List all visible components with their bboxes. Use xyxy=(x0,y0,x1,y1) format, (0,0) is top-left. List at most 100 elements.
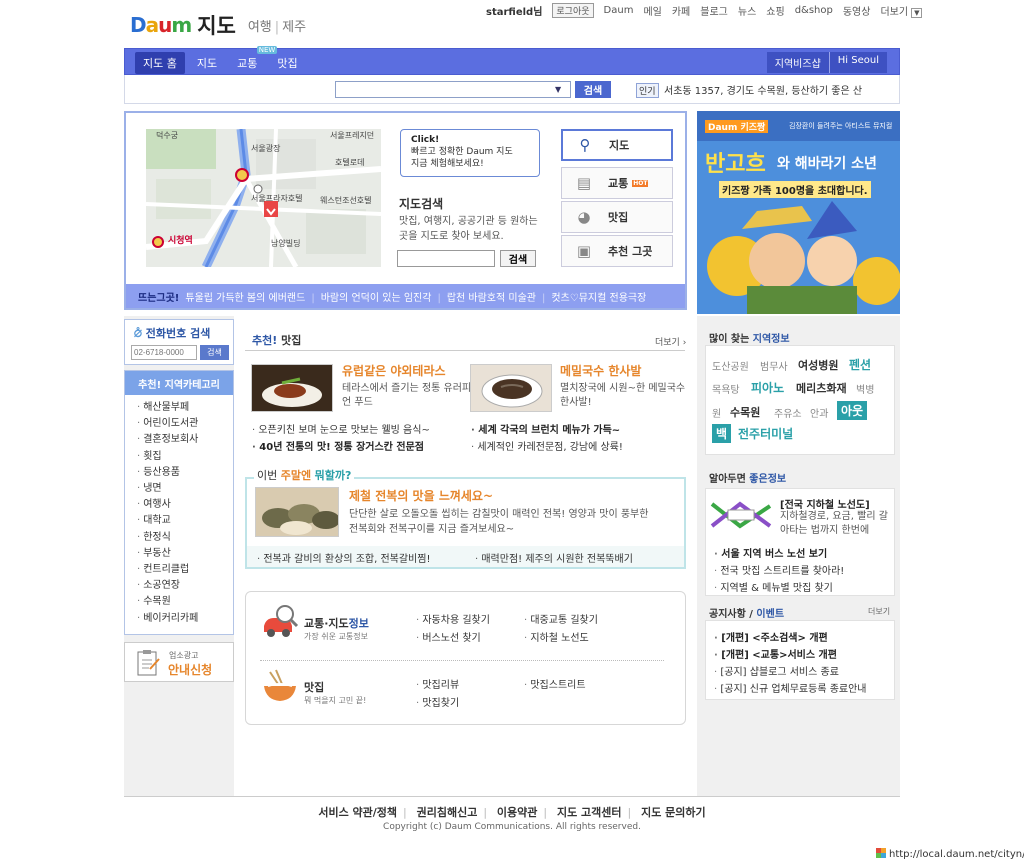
weekend-photo[interactable] xyxy=(255,487,339,537)
map-preview[interactable]: 덕수궁 서울프레지던 서울광장 호텔로데 서울프라자호텔 웨스턴조선호텔 남양빌… xyxy=(146,129,381,267)
food-item-name[interactable]: 유럽같은 야외테라스 xyxy=(342,362,446,379)
sub-link-travel[interactable]: 여행 xyxy=(248,20,272,35)
category-item[interactable]: 부동산 xyxy=(137,546,233,562)
nav-link-biz-shop[interactable]: 지역비즈샵 xyxy=(766,52,829,73)
menu-food[interactable]: ◕ 맛집 xyxy=(561,201,673,233)
sub-link-jeju[interactable]: 제주 xyxy=(282,20,306,35)
top-link-video[interactable]: 동영상 xyxy=(843,3,871,18)
region-keyword[interactable]: 범무사 xyxy=(760,358,788,373)
subway-map-icon[interactable] xyxy=(710,496,772,534)
food-review-link[interactable]: 맛집리뷰 xyxy=(416,676,459,691)
top-link-dshop[interactable]: d&shop xyxy=(795,5,833,16)
notice-item[interactable]: [개편] <교통>서비스 개편 xyxy=(714,646,837,661)
region-keyword[interactable]: 수목원 xyxy=(730,404,760,420)
food-more-link[interactable]: 더보기 › xyxy=(655,335,686,348)
weekend-item-name[interactable]: 제철 전복의 맛을 느껴세요~ xyxy=(349,487,493,504)
site-logo[interactable]: Daum 지도 여행 | 제주 xyxy=(130,10,306,40)
category-item[interactable]: 횟집 xyxy=(137,449,233,465)
category-item[interactable]: 컨트리클럽 xyxy=(137,562,233,578)
transit-route-link[interactable]: 대중교통 길찾기 xyxy=(524,611,598,626)
food-photo-terrace[interactable] xyxy=(251,364,333,412)
footer-link-support[interactable]: 지도 고객센터 xyxy=(557,806,622,819)
top-link-news[interactable]: 뉴스 xyxy=(738,3,756,18)
region-keyword[interactable]: 펜션 xyxy=(849,356,871,373)
category-item[interactable]: 베이커리카페 xyxy=(137,611,233,627)
category-item[interactable]: 한정식 xyxy=(137,530,233,546)
food-link[interactable]: 오픈키친 보며 눈으로 맛보는 웰빙 음식~ xyxy=(252,421,429,436)
map-promo-callout[interactable]: Click! 빠르고 정확한 Daum 지도 지금 체험해보세요! xyxy=(400,129,540,177)
map-search-button[interactable]: 검색 xyxy=(500,250,536,267)
business-ad-box[interactable]: 업소광고 안내신청 xyxy=(124,642,234,682)
food-street-link[interactable]: 맛집스트리트 xyxy=(524,676,585,691)
food-photo-noodle[interactable] xyxy=(470,364,552,412)
region-keyword[interactable]: 아웃 xyxy=(837,401,868,420)
footer-link-terms-policy[interactable]: 서비스 약관/정책 xyxy=(318,806,397,819)
region-keyword[interactable]: 백 xyxy=(712,424,732,443)
search-button[interactable]: 검색 xyxy=(575,81,611,98)
region-keyword[interactable]: 여성병원 xyxy=(798,357,838,373)
popular-searches[interactable]: 서초동 1357, 경기도 수목원, 등산하기 좋은 산 xyxy=(664,82,862,97)
tab-map-home[interactable]: 지도 홈 xyxy=(135,52,185,74)
footer-link-rights-report[interactable]: 권리침해신고 xyxy=(417,806,478,819)
info-link[interactable]: 지역별 & 메뉴별 맛집 찾기 xyxy=(714,579,833,594)
ad-request-link[interactable]: 안내신청 xyxy=(168,661,212,678)
top-link-blog[interactable]: 블로그 xyxy=(700,3,728,18)
region-keyword[interactable]: 벽병 xyxy=(856,381,874,396)
subway-map-title[interactable]: [전국 지하철 노선도] xyxy=(780,496,870,511)
top-link-more[interactable]: 더보기 xyxy=(880,7,908,18)
ticker-item[interactable]: 바람의 언덕이 있는 임진각 xyxy=(305,289,432,304)
chevron-down-icon[interactable]: ▼ xyxy=(911,8,923,18)
daum-logo[interactable]: Daum xyxy=(130,13,192,37)
info-link[interactable]: 서울 지역 버스 노선 보기 xyxy=(714,545,827,560)
top-link-shopping[interactable]: 쇼핑 xyxy=(766,3,784,18)
footer-link-contact[interactable]: 지도 문의하기 xyxy=(641,806,706,819)
top-link-cafe[interactable]: 카페 xyxy=(672,3,690,18)
category-item[interactable]: 수목원 xyxy=(137,594,233,610)
food-find-link[interactable]: 맛집찾기 xyxy=(416,694,459,709)
footer-link-terms[interactable]: 이용약관 xyxy=(497,806,537,819)
ticker-item[interactable]: 컷츠♡뮤지컬 전용극장 xyxy=(536,289,646,304)
top-link-mail[interactable]: 메일 xyxy=(643,3,661,18)
search-input[interactable] xyxy=(335,81,571,98)
chevron-down-icon[interactable]: ▼ xyxy=(555,85,561,94)
menu-map[interactable]: ⚲ 지도 xyxy=(561,129,673,161)
notice-item[interactable]: [개편] <주소검색> 개편 xyxy=(714,629,827,644)
nav-link-hi-seoul[interactable]: Hi Seoul xyxy=(828,52,887,73)
region-keyword[interactable]: 도산공원 xyxy=(712,358,749,373)
bus-route-link[interactable]: 버스노선 찾기 xyxy=(416,629,480,644)
banner-ad[interactable]: Daum 키즈짱 김장환이 들려주는 아티스트 뮤지컬 반고흐 와 해바라기 소… xyxy=(697,111,900,314)
region-keyword[interactable]: 원 xyxy=(712,405,721,420)
top-link-daum[interactable]: Daum xyxy=(604,5,634,16)
food-link[interactable]: 세계 각국의 브런치 메뉴가 가득~ xyxy=(471,421,620,436)
tab-food[interactable]: 맛집 xyxy=(269,52,305,74)
phone-search-button[interactable]: 검색 xyxy=(200,345,229,360)
notice-more-link[interactable]: 더보기 xyxy=(868,606,890,617)
ticker-item[interactable]: 튜울립 가득한 봄의 에버랜드 xyxy=(185,289,305,304)
tab-traffic[interactable]: 교통 NEW xyxy=(229,46,278,74)
region-keyword[interactable]: 피아노 xyxy=(751,379,784,396)
category-item[interactable]: 대학교 xyxy=(137,513,233,529)
category-item[interactable]: 소공연장 xyxy=(137,578,233,594)
weekend-link[interactable]: 매력만점! 제주의 시원한 전복뚝배기 xyxy=(475,550,633,565)
food-link[interactable]: 세계적인 카레전문점, 강남에 상륙! xyxy=(471,438,623,453)
map-search-input[interactable] xyxy=(397,250,495,267)
category-item[interactable]: 해산물부페 xyxy=(137,400,233,416)
weekend-link[interactable]: 전복과 갈비의 환상의 조합, 전복갈비찜! xyxy=(257,550,430,565)
info-link[interactable]: 전국 맛집 스트리트를 찾아라! xyxy=(714,562,844,577)
food-link[interactable]: 40년 전통의 맛! 정통 장거스칸 전문점 xyxy=(252,438,424,453)
phone-number-input[interactable] xyxy=(131,345,197,360)
category-item[interactable]: 결혼정보회사 xyxy=(137,432,233,448)
region-keyword[interactable]: 메리츠화재 xyxy=(796,380,847,396)
category-item[interactable]: 여행사 xyxy=(137,497,233,513)
car-route-link[interactable]: 자동차용 길찾기 xyxy=(416,611,490,626)
logout-button[interactable]: 로그아웃 xyxy=(552,3,594,18)
subway-map-link[interactable]: 지하철 노선도 xyxy=(524,629,588,644)
category-item[interactable]: 냉면 xyxy=(137,481,233,497)
notice-item[interactable]: [공지] 샵블로그 서비스 종료 xyxy=(714,663,839,678)
region-keyword[interactable]: 전주터미널 xyxy=(738,425,793,442)
food-item-name[interactable]: 메밀국수 한사발 xyxy=(560,362,641,379)
notice-item[interactable]: [공지] 신규 업체무료등록 종료안내 xyxy=(714,680,866,695)
ticker-item[interactable]: 랍천 바람호적 미술관 xyxy=(431,289,536,304)
region-keyword[interactable]: 주유소 xyxy=(774,405,802,420)
menu-recommend[interactable]: ▣ 추천 그곳 xyxy=(561,235,673,267)
